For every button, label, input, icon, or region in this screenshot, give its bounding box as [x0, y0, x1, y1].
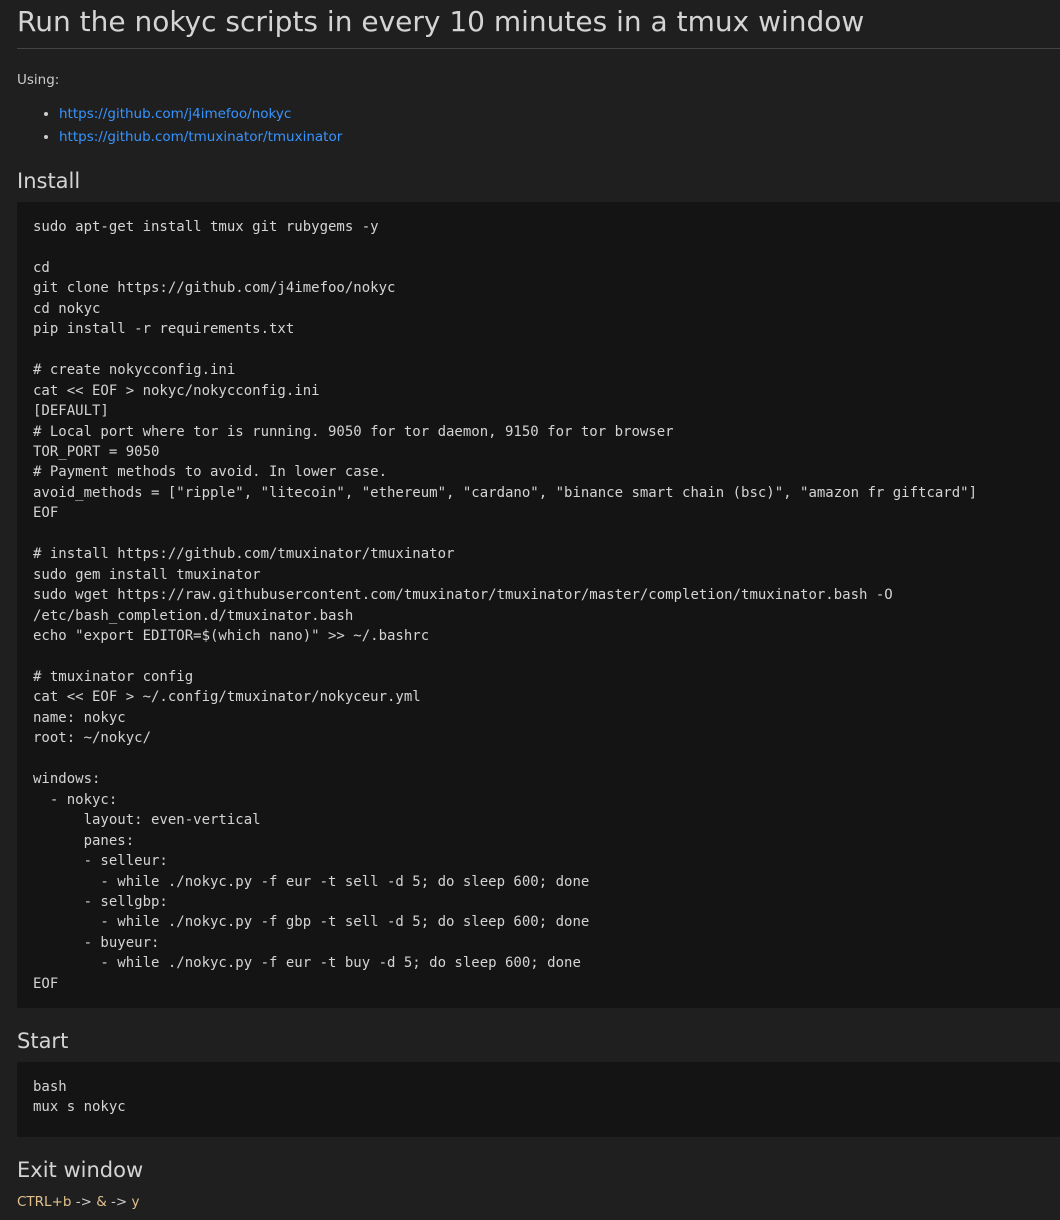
- key-ctrl-b: CTRL+b: [17, 1194, 72, 1210]
- link-tmuxinator[interactable]: https://github.com/tmuxinator/tmuxinator: [59, 129, 342, 145]
- exit-heading: Exit window: [17, 1158, 144, 1182]
- install-heading: Install: [17, 169, 81, 193]
- install-code-block[interactable]: sudo apt-get install tmux git rubygems -…: [17, 202, 1060, 1008]
- arrow-separator: ->: [106, 1194, 132, 1210]
- document-body: Run the nokyc scripts in every 10 minute…: [17, 0, 1060, 1210]
- page-title: Run the nokyc scripts in every 10 minute…: [17, 0, 1060, 49]
- using-label: Using:: [17, 72, 60, 88]
- exit-key-sequence: CTRL+b -> & -> y: [17, 1192, 140, 1212]
- start-code-block[interactable]: bash mux s nokyc: [17, 1062, 1060, 1137]
- arrow-separator: ->: [71, 1194, 97, 1210]
- list-item: https://github.com/j4imefoo/nokyc: [59, 103, 342, 126]
- key-y: y: [131, 1194, 140, 1210]
- links-list: https://github.com/j4imefoo/nokyc https:…: [17, 103, 342, 149]
- key-ampersand: &: [96, 1194, 107, 1210]
- list-item: https://github.com/tmuxinator/tmuxinator: [59, 126, 342, 149]
- link-nokyc[interactable]: https://github.com/j4imefoo/nokyc: [59, 106, 291, 122]
- start-heading: Start: [17, 1029, 69, 1053]
